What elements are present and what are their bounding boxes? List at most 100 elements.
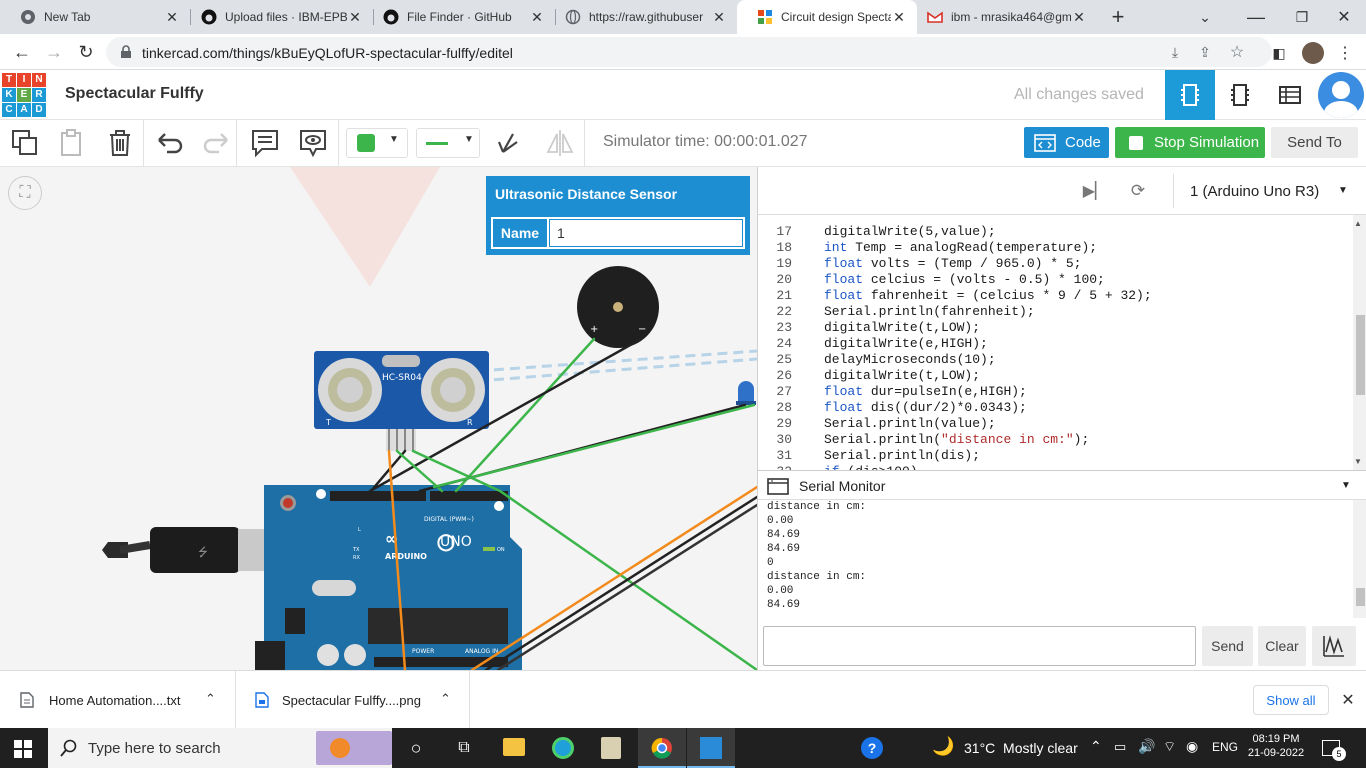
arduino-uno-board[interactable]: ∞ ◯ ARDUINO UNO DIGITAL (PWM~) POWER ANA… — [255, 485, 522, 670]
undo-icon[interactable] — [155, 128, 185, 158]
schematic-view-button[interactable] — [1215, 70, 1265, 120]
show-all-button[interactable]: Show all — [1253, 685, 1329, 715]
project-title[interactable]: Spectacular Fulffy — [65, 85, 204, 103]
serial-input[interactable] — [763, 626, 1196, 666]
wifi-icon[interactable]: ⌔ — [1163, 738, 1176, 756]
close-tab-icon[interactable]: ✕ — [711, 9, 727, 26]
toggle-notes-visibility-icon[interactable] — [298, 128, 328, 158]
tab-search-chevron-icon[interactable]: ⌄ — [1192, 4, 1218, 30]
redo-icon[interactable] — [201, 128, 231, 158]
ultrasonic-sensor-hc-sr04[interactable]: HC-SR04 T R — [314, 351, 489, 451]
weather-text[interactable]: 31°C Mostly clear — [964, 740, 1078, 756]
rotate-icon[interactable] — [495, 128, 525, 158]
close-tab-icon[interactable]: ✕ — [891, 9, 907, 26]
profile-avatar[interactable] — [1302, 42, 1324, 64]
chevron-up-icon[interactable]: ⌃ — [440, 691, 451, 707]
user-avatar-icon[interactable] — [1318, 72, 1364, 118]
chrome-taskbar-button[interactable] — [638, 728, 686, 768]
collapse-caret-icon[interactable]: ▼ — [1341, 480, 1351, 491]
side-panel-icon[interactable]: ◧ — [1268, 42, 1290, 64]
clock-time: 08:19 PM — [1252, 733, 1300, 745]
minimize-icon[interactable]: — — [1236, 4, 1276, 30]
download-item[interactable]: Spectacular Fulffy....png ⌃ — [237, 671, 470, 729]
send-to-button[interactable]: Send To — [1271, 127, 1358, 158]
tinkercad-logo[interactable]: TIN KER CAD — [2, 73, 46, 117]
tab-file-finder[interactable]: File Finder · GitHub ✕ — [363, 0, 555, 34]
meet-now-icon[interactable]: ◉ — [1186, 738, 1198, 755]
windows-start-icon[interactable] — [14, 740, 32, 758]
file-explorer-icon[interactable] — [503, 738, 525, 756]
chevron-up-icon[interactable]: ⌃ — [205, 691, 216, 707]
tab-circuit-design[interactable]: Circuit design Spectac ✕ — [737, 0, 917, 34]
stop-simulation-button[interactable]: Stop Simulation — [1115, 127, 1265, 158]
step-play-icon[interactable]: ▶▏ — [1083, 179, 1108, 203]
line-number: 21 — [776, 288, 792, 303]
battery-icon[interactable]: ▭ — [1114, 739, 1126, 755]
close-tab-icon[interactable]: ✕ — [347, 9, 363, 26]
line-number: 19 — [776, 256, 792, 271]
wire-type-picker[interactable]: ▼ — [416, 128, 480, 158]
code-scrollbar[interactable]: ▲ ▼ — [1353, 215, 1366, 470]
paste-icon[interactable] — [56, 128, 86, 158]
tab-raw-github[interactable]: https://raw.githubuser ✕ — [545, 0, 737, 34]
cortana-icon[interactable]: ○ — [404, 736, 428, 760]
new-tab-plus-icon[interactable]: + — [1104, 4, 1132, 30]
app-icon[interactable] — [601, 737, 621, 759]
serial-scrollbar[interactable] — [1353, 500, 1366, 618]
flip-icon[interactable] — [545, 128, 575, 158]
back-arrow-icon[interactable]: ← — [10, 40, 34, 64]
address-bar[interactable]: tinkercad.com/things/kBuEyQLofUR-spectac… — [106, 37, 1272, 67]
code-button[interactable]: Code — [1024, 127, 1109, 158]
serial-send-button[interactable]: Send — [1202, 626, 1253, 666]
browser-menu-icon[interactable]: ⋮ — [1334, 42, 1356, 64]
restore-icon[interactable]: ❐ — [1282, 4, 1322, 30]
close-tab-icon[interactable]: ✕ — [529, 9, 545, 26]
tray-chevron-icon[interactable]: ⌃ — [1090, 738, 1102, 755]
serial-clear-button[interactable]: Clear — [1258, 626, 1306, 666]
delete-trash-icon[interactable] — [105, 128, 135, 158]
task-view-icon[interactable]: ⧉ — [452, 736, 476, 760]
tab-new-tab[interactable]: New Tab ✕ — [0, 0, 190, 34]
close-tab-icon[interactable]: ✕ — [164, 9, 180, 26]
photos-taskbar-button[interactable] — [687, 728, 735, 768]
tab-gmail[interactable]: ibm - mrasika464@gm ✕ — [917, 0, 1097, 34]
component-list-button[interactable] — [1265, 70, 1315, 120]
notes-icon[interactable] — [250, 128, 280, 158]
close-tab-icon[interactable]: ✕ — [1071, 9, 1087, 26]
line-number: 17 — [776, 224, 792, 239]
serial-graph-button[interactable] — [1312, 626, 1356, 666]
tab-title: https://raw.githubuser — [589, 10, 704, 24]
tab-title: Upload files · IBM-EPB — [225, 10, 347, 24]
close-window-icon[interactable]: ✕ — [1326, 4, 1362, 30]
close-downloads-icon[interactable]: ✕ — [1337, 688, 1359, 712]
forward-arrow-icon[interactable]: → — [42, 40, 66, 64]
volume-icon[interactable]: 🔊 — [1138, 738, 1155, 755]
share-icon[interactable]: ⇪ — [1194, 41, 1216, 63]
edge-icon[interactable] — [552, 737, 574, 759]
clock[interactable]: 08:19 PM 21-09-2022 — [1246, 731, 1306, 765]
blue-led[interactable] — [736, 381, 756, 405]
code-line: 23 digitalWrite(t,LOW); — [758, 320, 980, 336]
serial-monitor-header[interactable]: Serial Monitor ▼ — [758, 470, 1366, 500]
download-filename: Home Automation....txt — [49, 693, 181, 708]
install-icon[interactable]: ⤓ — [1164, 41, 1186, 63]
circuit-view-button[interactable] — [1165, 70, 1215, 120]
reload-icon[interactable]: ↻ — [74, 40, 98, 64]
tab-upload-files[interactable]: Upload files · IBM-EPB ✕ — [181, 0, 373, 34]
download-item[interactable]: Home Automation....txt ⌃ — [0, 671, 236, 729]
color-picker[interactable]: ▼ — [346, 128, 408, 158]
notification-center-icon[interactable]: 5 — [1322, 738, 1346, 761]
debugger-icon[interactable]: ⟳ — [1126, 179, 1150, 203]
taskbar-search-box[interactable]: Type here to search — [48, 728, 392, 768]
browser-tab-strip: New Tab ✕ Upload files · IBM-EPB ✕ File … — [0, 0, 1366, 34]
code-line: 17 digitalWrite(5,value); — [758, 224, 995, 240]
code-editor[interactable]: digitalWrite(5,value); 17 digitalWrite(5,… — [758, 215, 1354, 470]
piezo-buzzer[interactable]: + − — [577, 266, 659, 348]
language-indicator[interactable]: ENG — [1212, 740, 1238, 754]
line-number: 23 — [776, 320, 792, 335]
bookmark-star-icon[interactable]: ☆ — [1226, 41, 1248, 63]
help-icon[interactable]: ? — [861, 737, 883, 759]
copy-icon[interactable] — [10, 128, 40, 158]
device-selector[interactable]: 1 (Arduino Uno R3) ▼ — [1173, 174, 1359, 208]
circuit-canvas[interactable]: ⛶ Ultrasonic Distance Sensor Name 1 ⭍ ∞ … — [0, 167, 757, 670]
